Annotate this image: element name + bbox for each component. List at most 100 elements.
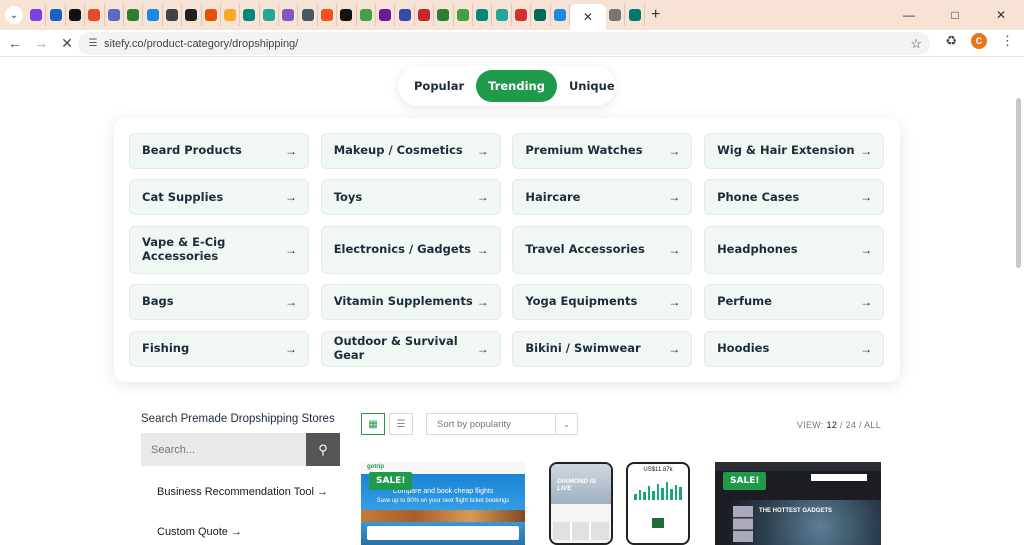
custom-quote-link[interactable]: Custom Quote → bbox=[157, 526, 242, 538]
browser-tab[interactable] bbox=[395, 4, 415, 26]
bar bbox=[638, 490, 642, 500]
category-link[interactable]: Bikini / Swimwear → bbox=[512, 330, 693, 367]
browser-tab[interactable] bbox=[85, 4, 105, 26]
toolbar-actions: ♻ C ⋮ bbox=[945, 33, 1014, 49]
maximize-icon[interactable]: □ bbox=[932, 0, 978, 30]
category-link[interactable]: Cat Supplies → bbox=[129, 179, 309, 216]
browser-tab[interactable] bbox=[182, 4, 202, 26]
browser-tab[interactable] bbox=[625, 4, 645, 26]
browser-tab[interactable] bbox=[279, 4, 299, 26]
product-card[interactable]: gotrip Compare and book cheap flights Sa… bbox=[361, 462, 525, 545]
scrollbar-thumb[interactable] bbox=[1016, 98, 1021, 268]
view-options[interactable]: / 24 / ALL bbox=[840, 420, 881, 430]
chevron-down-icon[interactable]: ⌄ bbox=[5, 6, 23, 24]
browser-tab[interactable] bbox=[454, 4, 473, 26]
address-bar[interactable]: ☰ sitefy.co/product-category/dropshippin… bbox=[78, 32, 930, 55]
category-link[interactable]: Outdoor & Survival Gear → bbox=[320, 330, 501, 367]
category-link[interactable]: Hoodies → bbox=[704, 330, 885, 367]
favicon-icon bbox=[282, 9, 295, 21]
favicon-icon bbox=[146, 9, 159, 21]
view-12-link[interactable]: 12 bbox=[827, 420, 838, 430]
browser-tab[interactable] bbox=[143, 4, 163, 26]
window-close-icon[interactable]: ✕ bbox=[978, 0, 1024, 30]
category-link[interactable]: Vape & E-Cig Accessories → bbox=[129, 225, 309, 274]
browser-tab[interactable] bbox=[415, 4, 435, 26]
search-title-rest: Premade Dropshipping Stores bbox=[180, 413, 335, 425]
category-label: Fishing bbox=[142, 340, 190, 355]
arrow-right-icon: → bbox=[476, 295, 489, 310]
category-label: Makeup / Cosmetics bbox=[333, 143, 463, 158]
tab-popular[interactable]: Popular bbox=[402, 70, 476, 102]
category-link[interactable]: Haircare → bbox=[512, 179, 693, 216]
phone-grid bbox=[553, 522, 609, 540]
plus-icon[interactable]: + bbox=[645, 6, 667, 24]
tune-icon[interactable]: ☰ bbox=[82, 38, 104, 49]
browser-tab[interactable] bbox=[531, 4, 551, 26]
arrow-right-icon[interactable]: → bbox=[28, 31, 54, 55]
browser-tab[interactable] bbox=[434, 4, 454, 26]
browser-tab[interactable] bbox=[318, 4, 338, 26]
category-link[interactable]: Yoga Equipments → bbox=[512, 284, 693, 321]
category-link[interactable]: Bags → bbox=[129, 284, 309, 321]
category-link[interactable]: Premium Watches → bbox=[512, 133, 693, 169]
product-card[interactable]: DIAMOND IS LIVE US$11.87k bbox=[547, 462, 693, 545]
url-text[interactable]: sitefy.co/product-category/dropshipping/ bbox=[104, 38, 298, 50]
category-link[interactable]: Electronics / Gadgets → bbox=[320, 225, 501, 274]
arrow-left-icon[interactable]: ← bbox=[2, 31, 28, 55]
minimize-icon[interactable]: — bbox=[886, 0, 932, 30]
category-link[interactable]: Makeup / Cosmetics → bbox=[320, 133, 501, 169]
kebab-icon[interactable]: ⋮ bbox=[1001, 33, 1014, 49]
browser-tab[interactable] bbox=[606, 4, 626, 26]
browser-tab[interactable] bbox=[240, 4, 260, 26]
puzzle-icon[interactable]: ♻ bbox=[945, 33, 957, 49]
browser-tab[interactable] bbox=[202, 4, 221, 26]
tab-unique[interactable]: Unique bbox=[557, 70, 627, 102]
search-icon[interactable]: ⚲ bbox=[306, 433, 340, 466]
category-label: Outdoor & Survival Gear bbox=[333, 334, 458, 362]
tab-trending[interactable]: Trending bbox=[476, 70, 557, 102]
favicon-icon bbox=[379, 9, 392, 21]
category-link[interactable]: Beard Products → bbox=[129, 133, 309, 169]
browser-tab[interactable] bbox=[27, 4, 47, 26]
category-link[interactable]: Phone Cases → bbox=[704, 179, 885, 216]
browser-tab[interactable] bbox=[512, 4, 532, 26]
favicon-icon bbox=[49, 9, 62, 21]
chevron-down-icon[interactable]: ⌄ bbox=[555, 414, 577, 434]
browser-tab-active[interactable]: ✕ bbox=[569, 4, 606, 30]
browser-tab[interactable] bbox=[66, 4, 86, 26]
favicon-icon bbox=[321, 9, 334, 21]
category-link[interactable]: Toys → bbox=[320, 179, 501, 216]
business-recommendation-link[interactable]: Business Recommendation Tool → bbox=[157, 486, 328, 498]
close-icon[interactable]: ✕ bbox=[54, 31, 80, 55]
favicon-icon bbox=[628, 9, 641, 21]
browser-tab[interactable] bbox=[221, 4, 241, 26]
avatar[interactable]: C bbox=[971, 33, 987, 49]
browser-tab[interactable] bbox=[376, 4, 396, 26]
category-link[interactable]: Headphones → bbox=[704, 225, 885, 274]
browser-tab[interactable] bbox=[124, 4, 144, 26]
browser-tab[interactable] bbox=[551, 4, 570, 26]
browser-tab[interactable] bbox=[46, 4, 66, 26]
browser-tab[interactable] bbox=[298, 4, 318, 26]
browser-tab[interactable] bbox=[163, 4, 183, 26]
arrow-right-icon: → bbox=[668, 190, 681, 205]
grid-view-icon[interactable]: ▦ bbox=[361, 413, 385, 435]
browser-tab[interactable] bbox=[473, 4, 493, 26]
category-link[interactable]: Fishing → bbox=[129, 330, 309, 367]
browser-tab[interactable] bbox=[357, 4, 377, 26]
category-link[interactable]: Travel Accessories → bbox=[512, 225, 693, 274]
favicon-icon bbox=[534, 9, 547, 21]
star-icon[interactable]: ☆ bbox=[910, 36, 922, 52]
browser-tab[interactable] bbox=[492, 4, 512, 26]
category-link[interactable]: Wig & Hair Extension → bbox=[704, 133, 885, 169]
browser-tab[interactable] bbox=[105, 4, 124, 26]
list-view-icon[interactable]: ☰ bbox=[389, 413, 413, 435]
tab-close-icon[interactable]: ✕ bbox=[583, 10, 593, 24]
category-link[interactable]: Vitamin Supplements → bbox=[320, 284, 501, 321]
product-card[interactable]: THE HOTTEST GADGETS SALE! bbox=[715, 462, 881, 545]
browser-tab[interactable] bbox=[260, 4, 280, 26]
category-link[interactable]: Perfume → bbox=[704, 284, 885, 321]
search-input[interactable] bbox=[141, 433, 306, 466]
sort-select[interactable]: Sort by popularity ⌄ bbox=[426, 413, 578, 435]
browser-tab[interactable] bbox=[337, 4, 357, 26]
